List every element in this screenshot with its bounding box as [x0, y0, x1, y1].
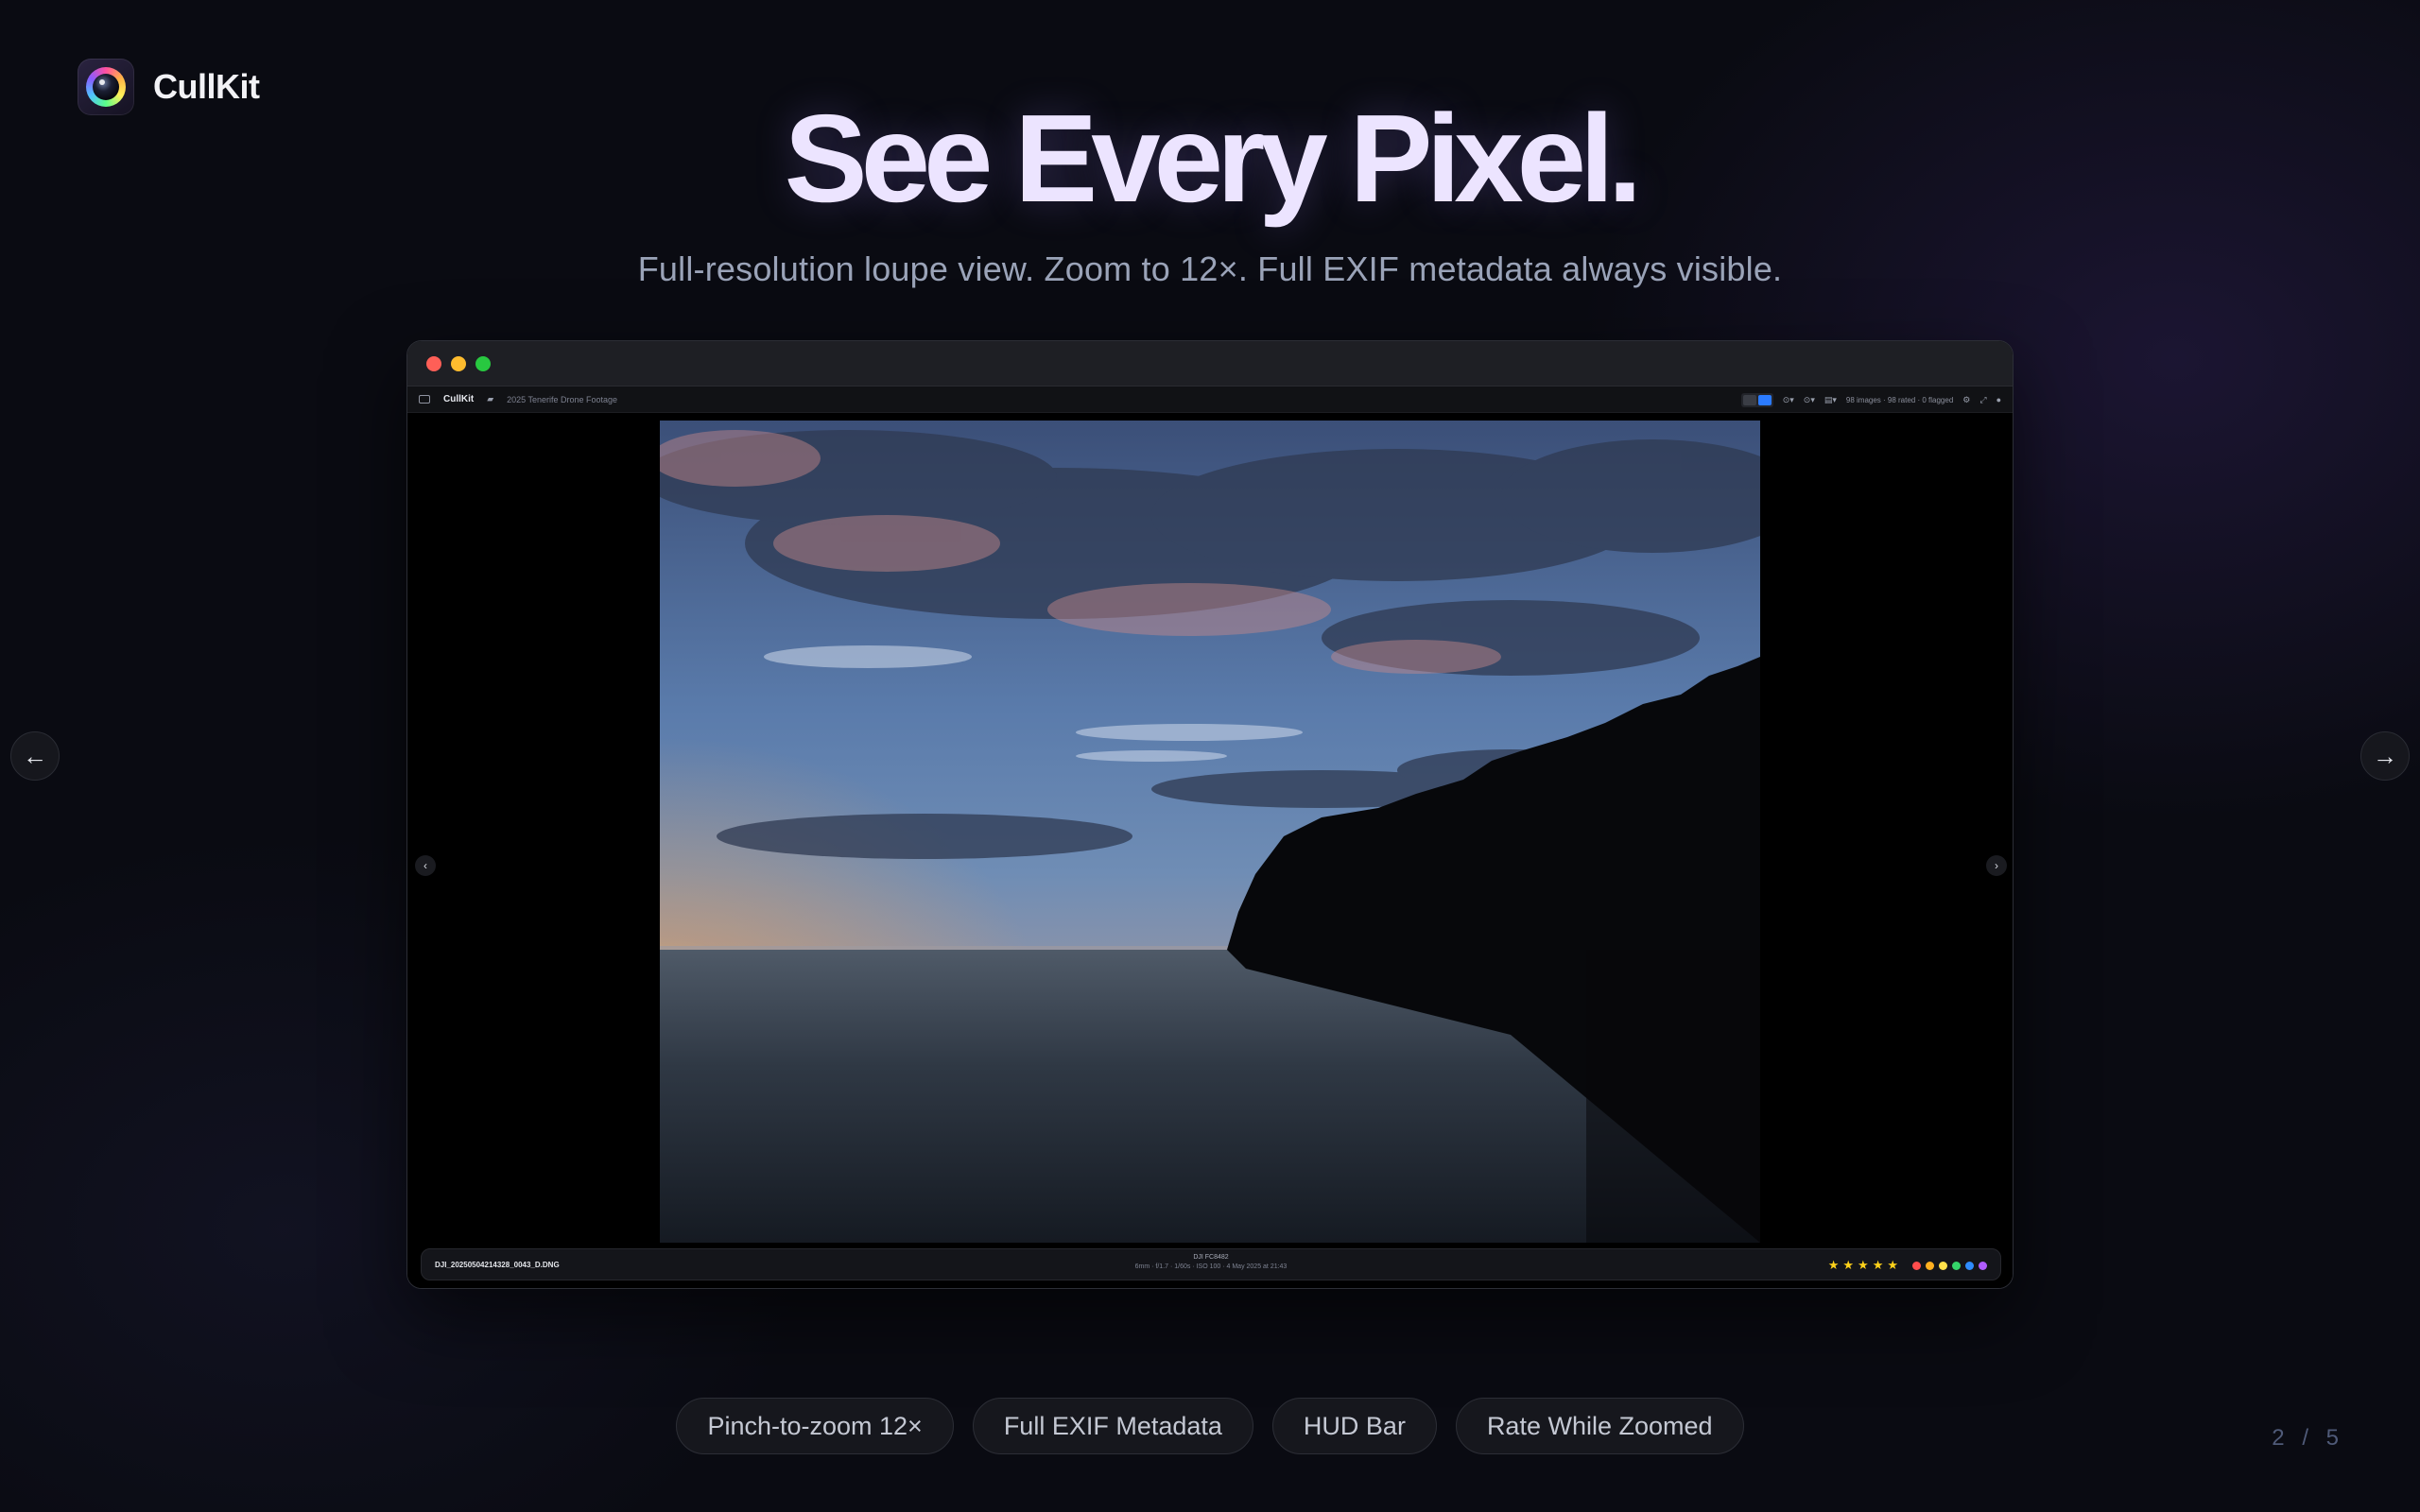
image-status: 98 images · 98 rated · 0 flagged — [1845, 395, 1954, 404]
feature-pill-zoom[interactable]: Pinch-to-zoom 12× — [676, 1398, 954, 1454]
folder-name: 2025 Tenerife Drone Footage — [507, 394, 618, 404]
rating-star-icon[interactable]: ★ — [1873, 1258, 1884, 1273]
rating-star-icon[interactable]: ★ — [1842, 1258, 1854, 1273]
export-menu-icon[interactable]: ▤▾ — [1824, 395, 1837, 405]
color-label-blue[interactable] — [1965, 1261, 1974, 1270]
close-window-button[interactable] — [426, 355, 441, 371]
loupe-viewer[interactable]: ‹ › DJI_20250504214328_0043_D.DNG DJI FC… — [407, 414, 2013, 1288]
hud-exif: DJI FC8482 6mm · f/1.7 · 1/60s · ISO 100… — [422, 1253, 2000, 1272]
rating-star-icon[interactable]: ★ — [1828, 1258, 1840, 1273]
app-name: CullKit — [443, 394, 475, 404]
hud-bar: DJI_20250504214328_0043_D.DNG DJI FC8482… — [421, 1248, 2001, 1280]
rating-star-icon[interactable]: ★ — [1858, 1258, 1869, 1273]
hud-rating: ★ ★ ★ ★ ★ — [1828, 1249, 1987, 1281]
info-icon[interactable]: ● — [1996, 395, 2001, 404]
hud-exif-details: 6mm · f/1.7 · 1/60s · ISO 100 · 4 May 20… — [1134, 1263, 1288, 1270]
fullscreen-icon[interactable]: ⤢ — [1979, 395, 1986, 405]
slide-pager: 2 / 5 — [2272, 1425, 2344, 1451]
sidebar-toggle-icon[interactable] — [419, 395, 430, 404]
folder-icon[interactable]: ▰ — [487, 394, 493, 404]
grid-view-icon[interactable] — [1742, 394, 1756, 405]
photo-preview[interactable] — [660, 421, 1760, 1243]
next-photo-button[interactable]: › — [1986, 855, 2007, 876]
rating-star-icon[interactable]: ★ — [1887, 1258, 1898, 1273]
view-mode-toggle[interactable] — [1740, 392, 1773, 407]
settings-icon[interactable]: ⚙ — [1962, 395, 1970, 405]
feature-pill-hud[interactable]: HUD Bar — [1271, 1398, 1437, 1454]
window-titlebar — [407, 341, 2013, 387]
sort-menu-icon[interactable]: ⊙▾ — [1804, 395, 1815, 405]
color-label-green[interactable] — [1952, 1261, 1961, 1270]
color-label-orange[interactable] — [1926, 1261, 1934, 1270]
next-slide-button[interactable]: → — [2360, 731, 2410, 781]
hero-title: See Every Pixel. — [784, 89, 1643, 228]
loupe-view-icon[interactable] — [1757, 394, 1772, 405]
color-label-purple[interactable] — [1979, 1261, 1987, 1270]
filter-menu-icon[interactable]: ⊙▾ — [1783, 395, 1794, 405]
app-window: CullKit ▰ 2025 Tenerife Drone Footage ⊙▾… — [406, 340, 2014, 1289]
maximize-window-button[interactable] — [475, 355, 491, 371]
color-label-yellow[interactable] — [1939, 1261, 1947, 1270]
feature-pill-rate[interactable]: Rate While Zoomed — [1455, 1398, 1744, 1454]
feature-pills: Pinch-to-zoom 12× Full EXIF Metadata HUD… — [0, 1398, 2420, 1454]
hud-camera: DJI FC8482 — [1193, 1254, 1229, 1261]
app-toolbar: CullKit ▰ 2025 Tenerife Drone Footage ⊙▾… — [407, 387, 2013, 413]
feature-pill-exif[interactable]: Full EXIF Metadata — [972, 1398, 1253, 1454]
previous-photo-button[interactable]: ‹ — [415, 855, 436, 876]
hero-subtitle: Full-resolution loupe view. Zoom to 12×.… — [637, 249, 1783, 288]
color-label-red[interactable] — [1912, 1261, 1921, 1270]
minimize-window-button[interactable] — [451, 355, 466, 371]
previous-slide-button[interactable]: ← — [10, 731, 60, 781]
